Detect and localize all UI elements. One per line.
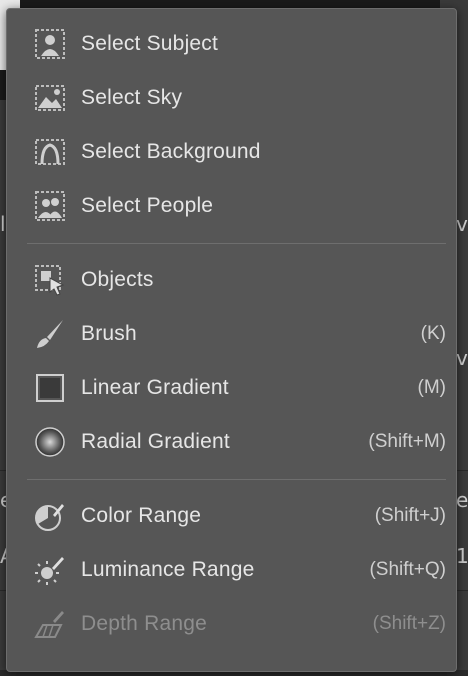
menu-item-radial-gradient[interactable]: Radial Gradient (Shift+M) [7,417,456,467]
color-range-icon [33,499,67,533]
mask-menu: Select Subject Select Sky Select Backgro… [6,8,457,672]
panel-text-fragment: v [456,212,468,236]
menu-item-luminance-range[interactable]: Luminance Range (Shift+Q) [7,545,456,595]
menu-item-label: Brush [81,322,137,345]
panel-text-fragment: 1 [456,544,468,568]
menu-item-brush[interactable]: Brush (K) [7,309,456,359]
menu-item-select-background[interactable]: Select Background [7,127,456,177]
menu-item-shortcut: (Shift+J) [374,505,446,526]
select-subject-icon [33,27,67,61]
menu-item-shortcut: (Shift+M) [368,431,446,452]
panel-text-fragment: e [456,488,468,512]
panel-text-fragment: v [456,346,468,370]
menu-item-color-range[interactable]: Color Range (Shift+J) [7,491,456,541]
luminance-range-icon [33,553,67,587]
menu-item-shortcut: (M) [417,377,446,398]
menu-item-label: Radial Gradient [81,430,230,453]
brush-icon [33,317,67,351]
menu-item-objects[interactable]: Objects [7,255,456,305]
menu-item-linear-gradient[interactable]: Linear Gradient (M) [7,363,456,413]
menu-item-select-people[interactable]: Select People [7,181,456,231]
menu-item-label: Depth Range [81,612,207,635]
menu-separator [27,479,446,480]
menu-item-label: Color Range [81,504,202,527]
select-background-icon [33,135,67,169]
menu-item-label: Linear Gradient [81,376,229,399]
linear-gradient-icon [33,371,67,405]
depth-range-icon [33,607,67,641]
menu-separator [27,243,446,244]
panel-text-fragment: l [0,212,6,236]
menu-item-label: Select Subject [81,32,219,55]
menu-item-label: Select Background [81,140,261,163]
menu-item-label: Luminance Range [81,558,255,581]
menu-item-shortcut: (Shift+Z) [372,613,446,634]
menu-item-depth-range[interactable]: Depth Range (Shift+Z) [7,599,456,649]
radial-gradient-icon [33,425,67,459]
menu-item-shortcut: (K) [420,323,446,344]
menu-item-select-subject[interactable]: Select Subject [7,19,456,69]
select-people-icon [33,189,67,223]
menu-item-label: Objects [81,268,154,291]
menu-item-label: Select People [81,194,214,217]
objects-icon [33,263,67,297]
menu-item-label: Select Sky [81,86,183,109]
menu-item-select-sky[interactable]: Select Sky [7,73,456,123]
menu-item-shortcut: (Shift+Q) [369,559,446,580]
select-sky-icon [33,81,67,115]
